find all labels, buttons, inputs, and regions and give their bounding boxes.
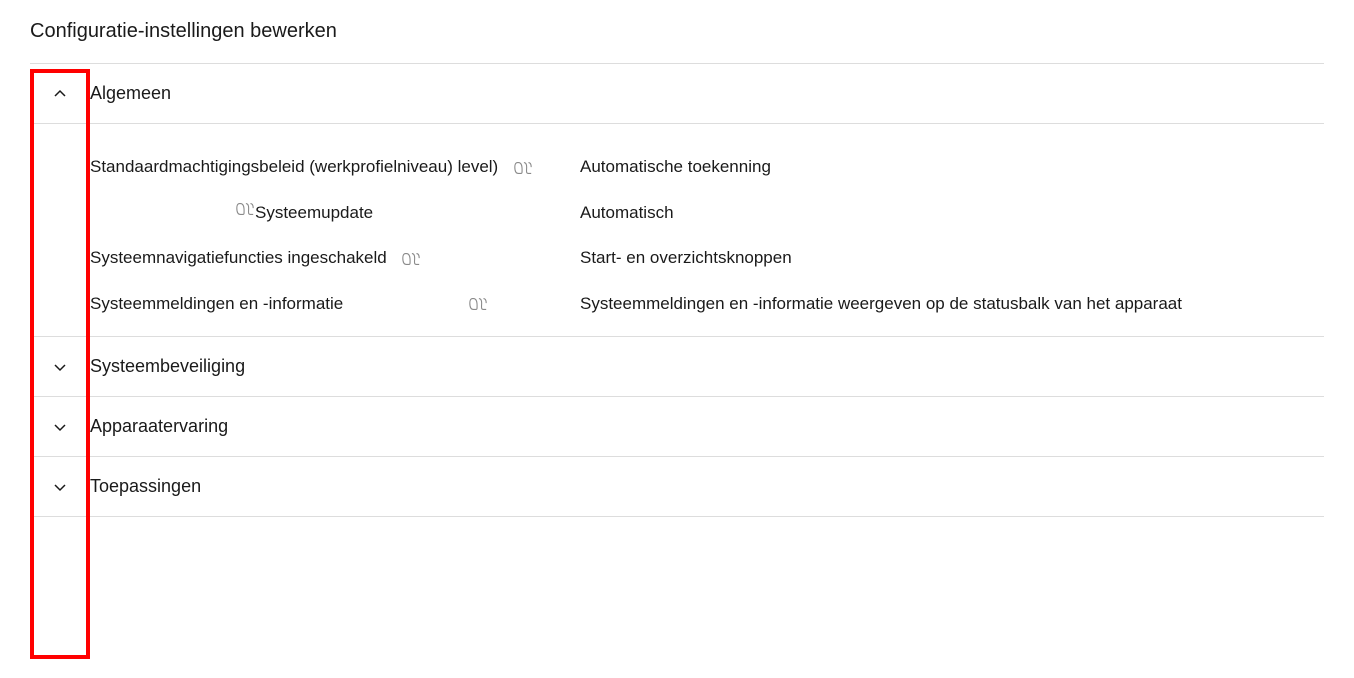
section-title-general: Algemeen: [90, 83, 171, 104]
config-settings-panel: Configuratie-instellingen bewerken Algem…: [30, 20, 1324, 517]
section-title-applications: Toepassingen: [90, 476, 201, 497]
section-header-security[interactable]: Systeembeveiliging: [30, 337, 1324, 397]
setting-label-text: Systeemnavigatiefuncties ingeschakeld: [90, 248, 387, 267]
chevron-up-icon: [30, 86, 90, 102]
sections-list: Algemeen Standaardmachtigingsbeleid (wer…: [30, 63, 1324, 517]
section-title-security: Systeembeveiliging: [90, 356, 245, 377]
section-header-applications[interactable]: Toepassingen: [30, 457, 1324, 517]
setting-label: Systeemupdate: [90, 200, 373, 226]
setting-label-text: Systeemmeldingen en -informatie: [90, 294, 343, 313]
copilot-icon[interactable]: [513, 159, 533, 177]
section-header-general[interactable]: Algemeen: [30, 64, 1324, 124]
setting-row-system-update: Systeemupdate Automatisch: [30, 200, 1324, 226]
setting-row-permission-policy: Standaardmachtigingsbeleid (werkprofieln…: [30, 154, 1324, 180]
setting-label: Systeemnavigatiefuncties ingeschakeld: [90, 245, 421, 271]
section-header-device-experience[interactable]: Apparaatervaring: [30, 397, 1324, 457]
setting-label: Systeemmeldingen en -informatie: [90, 291, 488, 317]
copilot-icon[interactable]: [401, 250, 421, 268]
copilot-icon[interactable]: [468, 295, 488, 313]
setting-row-system-notifications: Systeemmeldingen en -informatie Systeemm…: [30, 291, 1324, 317]
chevron-down-icon: [30, 359, 90, 375]
setting-label: Standaardmachtigingsbeleid (werkprofieln…: [90, 154, 533, 180]
setting-label-text: Systeemupdate: [255, 203, 373, 222]
chevron-down-icon: [30, 479, 90, 495]
page-title: Configuratie-instellingen bewerken: [30, 20, 1324, 43]
chevron-down-icon: [30, 419, 90, 435]
setting-label-text: Standaardmachtigingsbeleid (werkprofieln…: [90, 157, 498, 176]
setting-row-system-nav: Systeemnavigatiefuncties ingeschakeld St…: [30, 245, 1324, 271]
setting-value: Automatische toekenning: [580, 154, 771, 180]
setting-value: Start- en overzichtsknoppen: [580, 245, 792, 271]
section-content-general: Standaardmachtigingsbeleid (werkprofieln…: [30, 124, 1324, 337]
copilot-icon[interactable]: [235, 200, 255, 218]
section-title-device-experience: Apparaatervaring: [90, 416, 228, 437]
setting-value: Systeemmeldingen en -informatie weergeve…: [580, 291, 1182, 317]
setting-value: Automatisch: [580, 200, 674, 226]
